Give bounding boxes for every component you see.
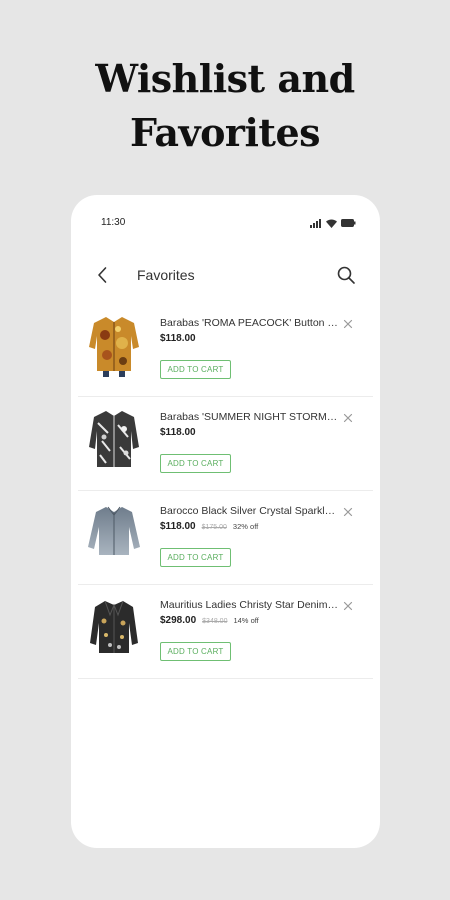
add-to-cart-button[interactable]: ADD TO CART: [160, 454, 231, 473]
item-price: $298.00: [160, 615, 197, 626]
add-to-cart-button[interactable]: ADD TO CART: [160, 548, 231, 567]
phone-screen: 11:30 Favorites Barabas 'ROMA PEACOCK' B…: [71, 195, 380, 848]
item-price: $118.00: [160, 521, 196, 532]
search-icon: [337, 266, 355, 284]
battery-icon: [341, 219, 356, 227]
item-price: $118.00: [160, 333, 196, 344]
close-icon: [343, 413, 353, 423]
signal-icon: [310, 218, 321, 228]
list-item[interactable]: Barocco Black Silver Crystal Sparkle Shi…: [78, 491, 373, 585]
headline-line-2: Favorites: [129, 110, 321, 155]
product-image-black-white-patterned-shirt[interactable]: [88, 407, 140, 471]
remove-button[interactable]: [342, 411, 354, 423]
item-price: $118.00: [160, 427, 196, 438]
product-image-orange-paisley-shirt[interactable]: [88, 313, 140, 377]
page-title: Favorites: [137, 267, 195, 283]
list-item[interactable]: Barabas 'SUMMER NIGHT STORM' Shirt $118.…: [78, 397, 373, 491]
wifi-icon: [326, 219, 337, 228]
item-name[interactable]: Barabas 'ROMA PEACOCK' Button Down Shirt: [160, 315, 338, 331]
price-row: $118.00: [160, 427, 196, 441]
item-name[interactable]: Mauritius Ladies Christy Star Denim Jack…: [160, 597, 338, 613]
product-image-black-studded-jacket[interactable]: [88, 595, 140, 659]
price-row: $298.00 $348.00 14% off: [160, 615, 259, 629]
app-bar: Favorites: [71, 259, 380, 291]
add-to-cart-button[interactable]: ADD TO CART: [160, 360, 231, 379]
product-image-grey-silver-shirt[interactable]: [88, 501, 140, 565]
remove-button[interactable]: [342, 505, 354, 517]
price-row: $118.00: [160, 333, 196, 347]
chevron-left-icon: [98, 267, 107, 283]
close-icon: [343, 507, 353, 517]
price-row: $118.00 $175.00 32% off: [160, 521, 258, 535]
status-bar: 11:30: [71, 215, 380, 231]
item-old-price: $348.00: [202, 618, 228, 625]
remove-button[interactable]: [342, 317, 354, 329]
back-button[interactable]: [91, 263, 115, 287]
add-to-cart-button[interactable]: ADD TO CART: [160, 642, 231, 661]
favorites-list: Barabas 'ROMA PEACOCK' Button Down Shirt…: [78, 303, 373, 679]
remove-button[interactable]: [342, 599, 354, 611]
item-name[interactable]: Barabas 'SUMMER NIGHT STORM' Shirt: [160, 409, 338, 425]
close-icon: [343, 319, 353, 329]
item-old-price: $175.00: [201, 524, 227, 531]
headline-line-1: Wishlist and: [95, 56, 355, 101]
item-name[interactable]: Barocco Black Silver Crystal Sparkle Shi…: [160, 503, 338, 519]
status-icons: [310, 218, 356, 228]
list-item[interactable]: Mauritius Ladies Christy Star Denim Jack…: [78, 585, 373, 679]
status-time: 11:30: [101, 217, 126, 228]
item-discount: 14% off: [233, 616, 259, 625]
close-icon: [343, 601, 353, 611]
search-button[interactable]: [334, 263, 358, 287]
item-discount: 32% off: [232, 522, 259, 531]
list-item[interactable]: Barabas 'ROMA PEACOCK' Button Down Shirt…: [78, 303, 373, 397]
headline: Wishlist and Favorites: [0, 52, 450, 160]
